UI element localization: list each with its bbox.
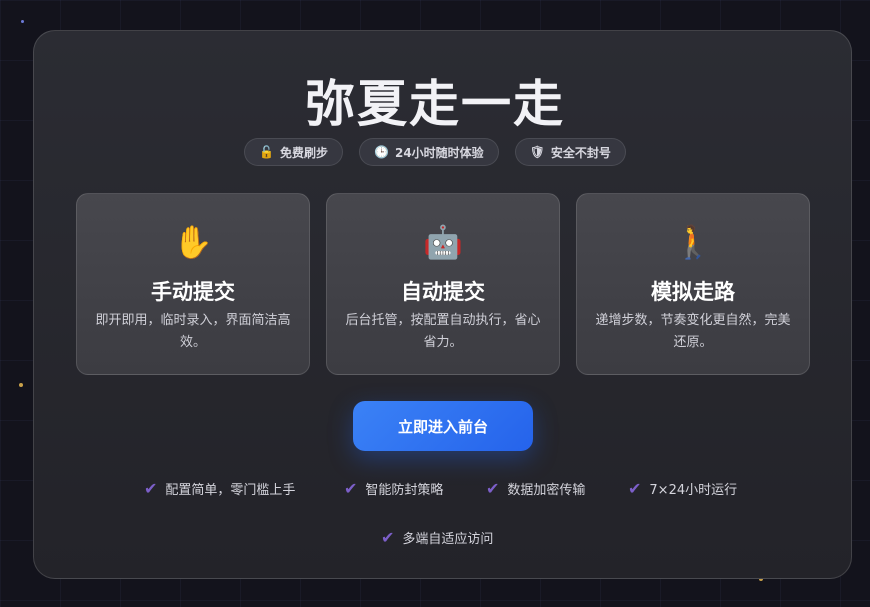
enter-frontend-button[interactable]: 立即进入前台	[353, 401, 533, 451]
check-icon: ✔	[628, 479, 642, 498]
walking-person-icon: 🚶	[673, 223, 713, 261]
badge-label: 24小时随时体验	[394, 145, 484, 160]
shield-icon: 🛡	[529, 145, 545, 159]
feature-label: 智能防封策略	[365, 483, 444, 498]
check-icon: ✔	[381, 528, 395, 547]
background-dot	[21, 20, 24, 23]
feature-label: 多端自适应访问	[402, 532, 494, 547]
badge-24h: 🕒 24小时随时体验	[359, 138, 499, 166]
clock-icon: 🕒	[374, 145, 389, 159]
check-icon: ✔	[486, 479, 500, 498]
background-dot	[19, 383, 23, 387]
card-description: 即开即用，临时录入，界面简洁高效。	[95, 313, 291, 350]
card-manual-submit[interactable]: ✋ 手动提交 即开即用，临时录入，界面简洁高效。	[76, 193, 310, 375]
feature-item: ✔ 数据加密传输	[486, 479, 585, 498]
card-title: 模拟走路	[651, 280, 735, 304]
feature-label: 配置简单，零门槛上手	[165, 483, 296, 498]
card-title: 手动提交	[151, 280, 235, 304]
feature-label: 7×24小时运行	[649, 483, 738, 498]
feature-item: ✔ 智能防封策略	[344, 479, 443, 498]
badge-label: 安全不封号	[550, 145, 611, 160]
feature-label: 数据加密传输	[507, 483, 586, 498]
check-icon: ✔	[144, 479, 158, 498]
robot-icon: 🤖	[423, 223, 463, 261]
unlock-icon: 🔓	[259, 145, 275, 159]
page-title: 弥夏走一走	[305, 75, 565, 133]
feature-item: ✔ 7×24小时运行	[628, 479, 737, 498]
check-icon: ✔	[344, 479, 358, 498]
raised-hand-icon: ✋	[173, 223, 213, 261]
badge-label: 免费刷步	[280, 145, 329, 160]
badge-row: 🔓 免费刷步 🕒 24小时随时体验 🛡 安全不封号	[0, 138, 870, 166]
card-simulate-walk[interactable]: 🚶 模拟走路 递增步数，节奏变化更自然，完美还原。	[576, 193, 810, 375]
feature-item: ✔ 配置简单，零门槛上手	[144, 479, 295, 498]
card-description: 递增步数，节奏变化更自然，完美还原。	[595, 313, 791, 350]
card-description: 后台托管，按配置自动执行，省心省力。	[345, 313, 541, 350]
badge-free-steps: 🔓 免费刷步	[244, 138, 344, 166]
badge-safe: 🛡 安全不封号	[514, 138, 626, 166]
card-title: 自动提交	[401, 280, 485, 304]
card-auto-submit[interactable]: 🤖 自动提交 后台托管，按配置自动执行，省心省力。	[326, 193, 560, 375]
feature-item: ✔ 多端自适应访问	[381, 528, 493, 547]
